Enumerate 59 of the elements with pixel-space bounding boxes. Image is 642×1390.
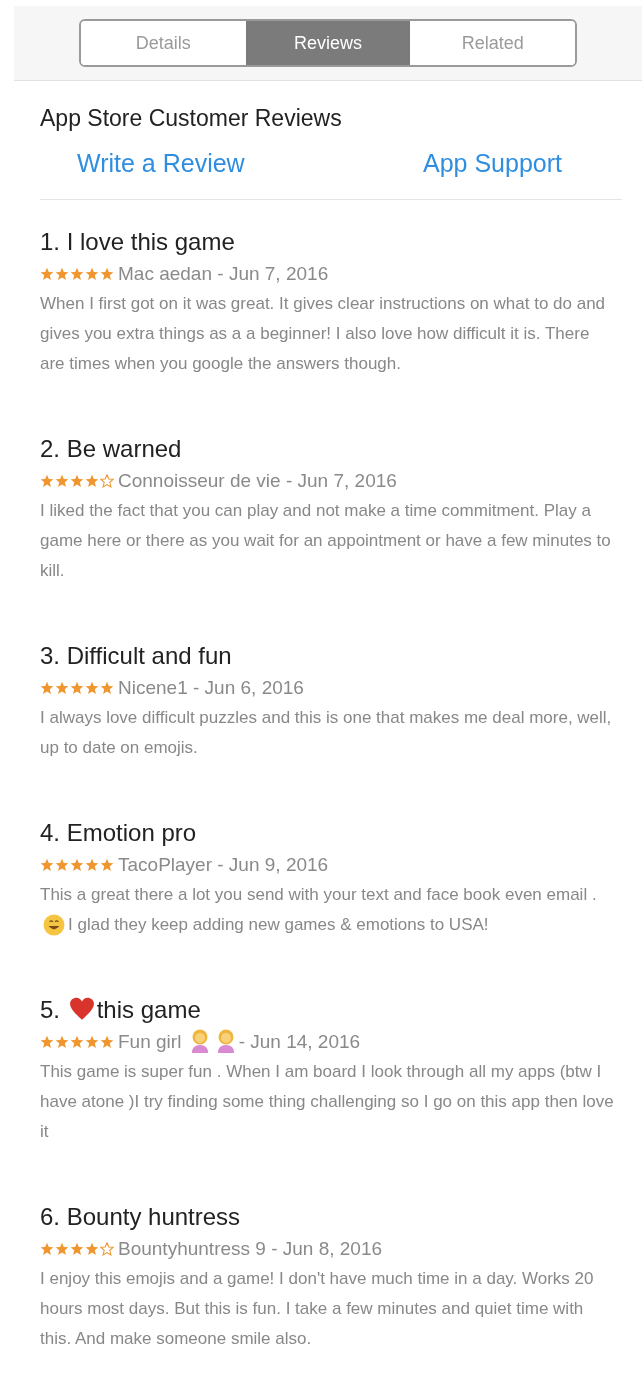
review-byline: Connoisseur de vie - Jun 7, 2016 [118,470,397,491]
star-icon [85,267,99,281]
heart-icon [68,996,95,1022]
smiley-icon [43,914,65,936]
star-icon [55,858,69,872]
review-text: This game is super fun . When I am board I look through all my apps (btw I have atone )I try finding some thing challenging so I go on this app then love it [40,1062,614,1141]
review-text: I enjoy this emojis and a game! I don't have much time in a day. Works 20 hours most days. But this is fun. I take a few minutes and quiet time with this. And make someone smile also. [40,1269,594,1348]
star-icon [40,681,54,695]
review-title: this game [96,996,201,1023]
star-icon [55,1035,69,1049]
review-text: I always love difficult puzzles and this is one that makes me deal more, well, up to date on emojis. [40,708,612,757]
star-icon [85,474,99,488]
star-icon [40,1242,54,1256]
star-icon [55,474,69,488]
review-text: This a great there a lot you send with your text and face [40,885,459,904]
star-icon [100,1035,114,1049]
star-icon [55,1242,69,1256]
review-title: 3. Difficult and fun [40,642,232,669]
star-icon [40,858,54,872]
star-icon [100,267,114,281]
review-byline: Nicene1 - Jun 6, 2016 [118,677,304,698]
review-byline: Mac aedan - Jun 7, 2016 [118,263,329,284]
star-icon [85,1242,99,1256]
star-icon [70,1035,84,1049]
star-icon [85,681,99,695]
review-text: book even email . [463,885,597,904]
star-icon [85,858,99,872]
review-byline: Bountyhuntress 9 - Jun 8, 2016 [118,1238,383,1259]
star-icon [40,1035,54,1049]
review-byline: - Jun 14, 2016 [238,1031,361,1052]
star-icon [40,267,54,281]
review-text: emotions to USA! [356,915,489,934]
person-icon [189,1029,210,1053]
review-title: 1. I love this game [40,228,235,255]
star-icon [70,681,84,695]
review-title: 6. Bounty huntress [40,1203,241,1230]
star-icon [40,474,54,488]
person-icon [215,1029,236,1053]
review-text: I glad they keep adding new games & [68,915,352,934]
tab[interactable]: Reviews [245,21,411,65]
review-byline: Fun girl [118,1031,182,1052]
star-icon [100,858,114,872]
link[interactable]: App Support [423,147,562,179]
star-icon [70,474,84,488]
review-byline: TacoPlayer - Jun 9, 2016 [118,854,329,875]
star-icon [70,267,84,281]
review-title: 5. [40,996,60,1023]
star-icon [55,681,69,695]
link[interactable]: Write a Review [77,147,245,179]
review-title: 4. Emotion pro [40,819,197,846]
star-icon [70,1242,84,1256]
section-heading: App Store Customer Reviews [40,104,343,133]
star-icon [55,267,69,281]
star-icon [100,681,114,695]
star-icon [70,858,84,872]
review-text: I liked the fact that you can play and not make a time commitment. Play a game here or there as you wait for an appointment or have a few minutes to kill. [40,501,611,580]
star-icon [85,1035,99,1049]
review-title: 2. Be warned [40,435,182,462]
review-text: When I first got on it was great. It gives clear instructions on what to do and gives you extra things as a a beginner! I also love how difficult it is. There are times when you google the answers though. [40,294,606,373]
